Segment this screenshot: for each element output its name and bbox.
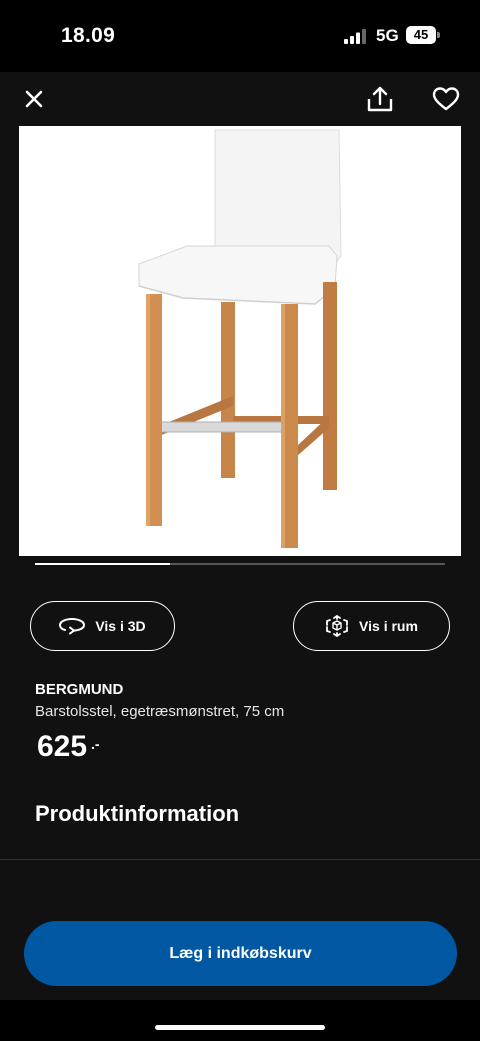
share-icon[interactable] [366,84,394,114]
product-image[interactable] [19,126,461,556]
heart-icon[interactable] [432,86,460,112]
add-to-cart-label: Læg i indkøbskurv [169,944,312,962]
view-in-room-label: Vis i rum [359,618,418,634]
add-to-cart-button[interactable]: Læg i indkøbskurv [24,921,457,986]
view-3d-button[interactable]: Vis i 3D [30,601,175,651]
product-information-heading[interactable]: Produktinformation [35,801,239,827]
status-bar: 18.09 5G 45 [0,0,480,72]
close-icon[interactable] [22,87,46,111]
view-3d-label: Vis i 3D [95,618,146,634]
home-indicator[interactable] [155,1025,325,1030]
product-name: BERGMUND [35,681,124,698]
battery-icon: 45 [406,26,436,44]
clock: 18.09 [61,24,116,47]
signal-icon [344,29,366,44]
carousel-progress-fill [35,563,171,565]
product-description: Barstolsstel, egetræsmønstret, 75 cm [35,703,285,720]
battery-tip [437,32,440,38]
divider [0,859,480,860]
ar-room-icon [326,615,348,637]
bar-stool-illustration [138,129,342,548]
image-carousel-progress [35,563,445,565]
rotate-3d-icon [59,617,86,635]
view-in-room-button[interactable]: Vis i rum [293,601,450,651]
network-label: 5G [376,26,399,45]
product-price: 625 [37,730,88,763]
price-suffix: .- [91,736,100,752]
